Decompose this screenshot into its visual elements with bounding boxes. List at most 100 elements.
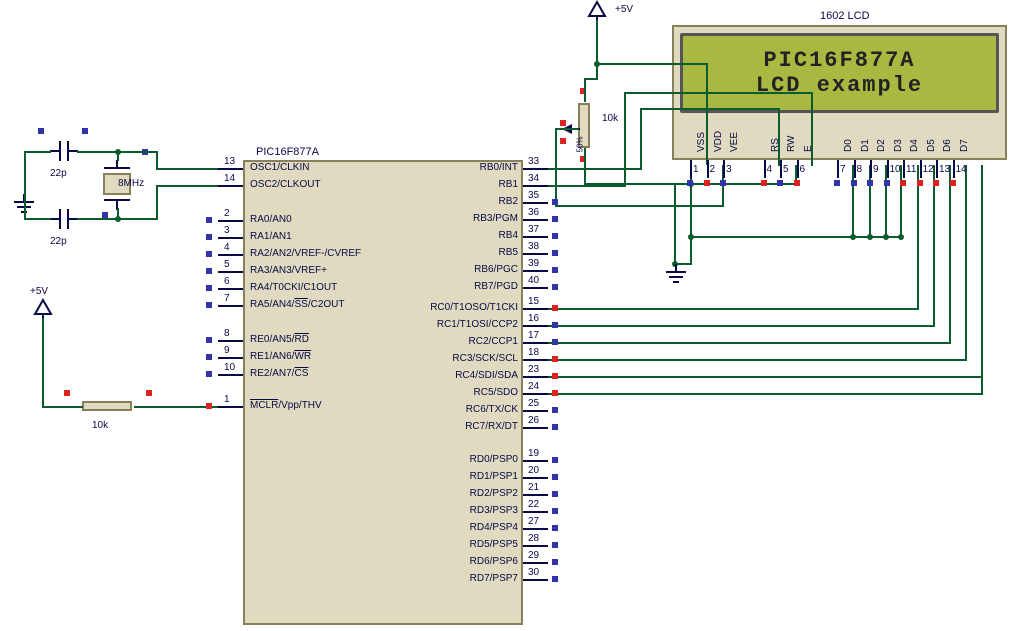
r-mclr-label: 10k bbox=[92, 420, 108, 431]
pin-term-21 bbox=[552, 491, 558, 497]
pin-num-24: 24 bbox=[528, 381, 539, 392]
pin-term-18 bbox=[552, 356, 558, 362]
pin-label-4: RA2/AN2/VREF-/CVREF bbox=[250, 248, 361, 259]
pin-label-14: OSC2/CLKOUT bbox=[250, 179, 321, 190]
pin-term-4 bbox=[206, 251, 212, 257]
pin-num-23: 23 bbox=[528, 364, 539, 375]
pin-num-13: 13 bbox=[224, 156, 235, 167]
lcd-pin-term-7 bbox=[834, 180, 840, 186]
lcd-pin-num-9: 9 bbox=[873, 164, 879, 175]
lcd-pin-term-11 bbox=[900, 180, 906, 186]
pin-label-35: RB2 bbox=[499, 196, 518, 207]
pin-num-2: 2 bbox=[224, 208, 230, 219]
pin-term-15 bbox=[552, 305, 558, 311]
pin-label-19: RD0/PSP0 bbox=[470, 454, 518, 465]
pot-label: 10k bbox=[602, 113, 618, 124]
pin-num-25: 25 bbox=[528, 398, 539, 409]
pin-label-22: RD3/PSP3 bbox=[470, 505, 518, 516]
pin-label-7: RA5/AN4/SS/C2OUT bbox=[250, 299, 344, 310]
c1-label: 22p bbox=[50, 168, 67, 179]
lcd-pin-term-9 bbox=[867, 180, 873, 186]
lcd-pin-num-6: 6 bbox=[800, 164, 806, 175]
lcd-pin-num-1: 1 bbox=[693, 164, 699, 175]
pin-label-2: RA0/AN0 bbox=[250, 214, 292, 225]
pin-term-17 bbox=[552, 339, 558, 345]
pin-label-25: RC6/TX/CK bbox=[466, 404, 518, 415]
pin-term-16 bbox=[552, 322, 558, 328]
lcd-pin-label-VSS: VSS bbox=[696, 132, 707, 152]
pin-term-23 bbox=[552, 373, 558, 379]
lcd-pin-num-7: 7 bbox=[840, 164, 846, 175]
vcc-top-label: +5V bbox=[615, 4, 633, 15]
lcd-pin-label-D6: D6 bbox=[942, 139, 953, 152]
lcd-pin-label-RW: RW bbox=[786, 136, 797, 152]
lcd-pin-label-D5: D5 bbox=[926, 139, 937, 152]
lcd-pin-num-14: 14 bbox=[956, 164, 967, 175]
pin-term-37 bbox=[552, 233, 558, 239]
pin-label-15: RC0/T1OSO/T1CKI bbox=[430, 302, 518, 313]
pin-term-6 bbox=[206, 285, 212, 291]
lcd-pin-term-12 bbox=[917, 180, 923, 186]
pin-label-34: RB1 bbox=[499, 179, 518, 190]
pin-num-33: 33 bbox=[528, 156, 539, 167]
pin-term-3 bbox=[206, 234, 212, 240]
lcd-pin-term-13 bbox=[933, 180, 939, 186]
pin-num-38: 38 bbox=[528, 241, 539, 252]
pin-term-24 bbox=[552, 390, 558, 396]
pin-label-17: RC2/CCP1 bbox=[469, 336, 518, 347]
pin-label-40: RB7/PGD bbox=[474, 281, 518, 292]
pin-num-37: 37 bbox=[528, 224, 539, 235]
pin-num-16: 16 bbox=[528, 313, 539, 324]
pin-num-5: 5 bbox=[224, 259, 230, 270]
pin-term-7 bbox=[206, 302, 212, 308]
pin-label-8: RE0/AN5/RD bbox=[250, 334, 309, 345]
pin-label-1: MCLR/Vpp/THV bbox=[250, 400, 322, 411]
lcd-pin-term-14 bbox=[950, 180, 956, 186]
lcd-pin-label-D0: D0 bbox=[843, 139, 854, 152]
pin-label-36: RB3/PGM bbox=[473, 213, 518, 224]
pin-label-16: RC1/T1OSI/CCP2 bbox=[437, 319, 518, 330]
pin-label-21: RD2/PSP2 bbox=[470, 488, 518, 499]
pin-num-10: 10 bbox=[224, 362, 235, 373]
pin-num-36: 36 bbox=[528, 207, 539, 218]
pin-num-28: 28 bbox=[528, 533, 539, 544]
pin-num-21: 21 bbox=[528, 482, 539, 493]
pin-num-19: 19 bbox=[528, 448, 539, 459]
pin-label-9: RE1/AN6/WR bbox=[250, 351, 311, 362]
pin-num-29: 29 bbox=[528, 550, 539, 561]
pin-label-24: RC5/SDO bbox=[474, 387, 518, 398]
lcd-pin-num-8: 8 bbox=[857, 164, 863, 175]
c1-term-l bbox=[38, 128, 44, 134]
c1-term-r bbox=[82, 128, 88, 134]
vcc-left-label: +5V bbox=[30, 286, 48, 297]
lcd-pin-num-10: 10 bbox=[890, 164, 901, 175]
lcd-pin-label-D2: D2 bbox=[876, 139, 887, 152]
lcd-pin-label-VDD: VDD bbox=[713, 131, 724, 152]
pin-label-10: RE2/AN7/CS bbox=[250, 368, 308, 379]
pin-term-29 bbox=[552, 559, 558, 565]
pin-label-26: RC7/RX/DT bbox=[465, 421, 518, 432]
pin-label-27: RD4/PSP4 bbox=[470, 522, 518, 533]
pin-num-14: 14 bbox=[224, 173, 235, 184]
pin-label-37: RB4 bbox=[499, 230, 518, 241]
pin-num-27: 27 bbox=[528, 516, 539, 527]
lcd-line2: LCD example bbox=[756, 73, 923, 98]
pin-label-5: RA3/AN3/VREF+ bbox=[250, 265, 327, 276]
pin-num-8: 8 bbox=[224, 328, 230, 339]
lcd-pin-num-4: 4 bbox=[767, 164, 773, 175]
pin-term-19 bbox=[552, 457, 558, 463]
pot-w2 bbox=[560, 138, 566, 144]
lcd-pin-label-RS: RS bbox=[770, 138, 781, 152]
lcd-pin-term-3 bbox=[720, 180, 726, 186]
r-mclr-l bbox=[64, 390, 70, 396]
lcd-line1: PIC16F877A bbox=[763, 48, 915, 73]
r-mclr-r bbox=[146, 390, 152, 396]
pin-num-20: 20 bbox=[528, 465, 539, 476]
pin-num-34: 34 bbox=[528, 173, 539, 184]
pin-num-7: 7 bbox=[224, 293, 230, 304]
pin-label-6: RA4/T0CKI/C1OUT bbox=[250, 282, 337, 293]
lcd-pin-label-D7: D7 bbox=[959, 139, 970, 152]
pin-num-40: 40 bbox=[528, 275, 539, 286]
pin-num-9: 9 bbox=[224, 345, 230, 356]
pin-term-8 bbox=[206, 337, 212, 343]
